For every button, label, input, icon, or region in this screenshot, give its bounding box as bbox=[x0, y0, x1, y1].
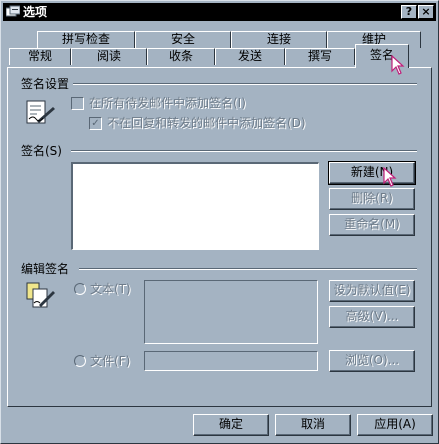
rename-signature-button[interactable]: 重命名(M) bbox=[329, 214, 415, 236]
no-reply-forward-label: 不在回复和转发的邮件中添加签名(D) bbox=[107, 116, 306, 130]
signatures-heading: 签名(S) bbox=[21, 144, 62, 158]
new-signature-button[interactable]: 新建(N) bbox=[328, 161, 416, 185]
signature-text-area[interactable] bbox=[144, 280, 318, 344]
browse-button[interactable]: 浏览(O)... bbox=[329, 350, 415, 372]
advanced-button[interactable]: 高级(V)... bbox=[329, 306, 415, 328]
mouse-cursor-icon bbox=[391, 55, 405, 75]
apply-button[interactable]: 应用(A) bbox=[357, 414, 433, 436]
mouse-cursor-icon bbox=[383, 167, 397, 187]
window-title: 选项 bbox=[23, 5, 48, 19]
separator bbox=[71, 150, 417, 152]
text-radio-label: 文本(T) bbox=[90, 282, 131, 296]
separator bbox=[79, 268, 417, 270]
tab-compose[interactable]: 撰写 bbox=[285, 48, 355, 65]
file-radio[interactable] bbox=[74, 355, 86, 367]
ok-button[interactable]: 确定 bbox=[193, 414, 269, 436]
help-button[interactable]: ? bbox=[401, 5, 417, 19]
signatures-list[interactable] bbox=[71, 162, 319, 250]
options-dialog: 选项 ? × 拼写检查 安全 连接 维护 常规 阅读 收条 发送 撰写 签名 签… bbox=[0, 0, 439, 444]
signature-settings-heading: 签名设置 bbox=[21, 77, 70, 91]
tab-spelling[interactable]: 拼写检查 bbox=[37, 31, 135, 48]
tab-read[interactable]: 阅读 bbox=[71, 48, 147, 65]
no-reply-forward-checkbox[interactable]: ✓ bbox=[89, 117, 102, 130]
tab-connection[interactable]: 连接 bbox=[231, 31, 327, 48]
close-button[interactable]: × bbox=[418, 5, 434, 19]
add-to-all-checkbox[interactable] bbox=[71, 97, 84, 110]
file-radio-label: 文件(F) bbox=[90, 354, 131, 368]
add-to-all-label: 在所有待发邮件中添加签名(I) bbox=[89, 96, 246, 110]
tab-send[interactable]: 发送 bbox=[215, 48, 285, 65]
edit-signature-heading: 编辑签名 bbox=[21, 262, 70, 276]
tab-receipts[interactable]: 收条 bbox=[147, 48, 215, 65]
signature-settings-icon bbox=[26, 100, 55, 124]
separator bbox=[73, 83, 417, 85]
text-radio[interactable] bbox=[74, 283, 86, 295]
cancel-button[interactable]: 取消 bbox=[275, 414, 351, 436]
signature-file-field[interactable] bbox=[144, 351, 318, 371]
set-default-button[interactable]: 设为默认值(E) bbox=[329, 280, 415, 302]
tab-general[interactable]: 常规 bbox=[9, 48, 71, 65]
edit-signature-icon bbox=[26, 282, 55, 308]
delete-signature-button[interactable]: 删除(R) bbox=[329, 188, 415, 210]
title-bar[interactable]: 选项 ? × bbox=[3, 3, 436, 21]
tab-security[interactable]: 安全 bbox=[135, 31, 231, 48]
app-icon bbox=[6, 5, 20, 17]
